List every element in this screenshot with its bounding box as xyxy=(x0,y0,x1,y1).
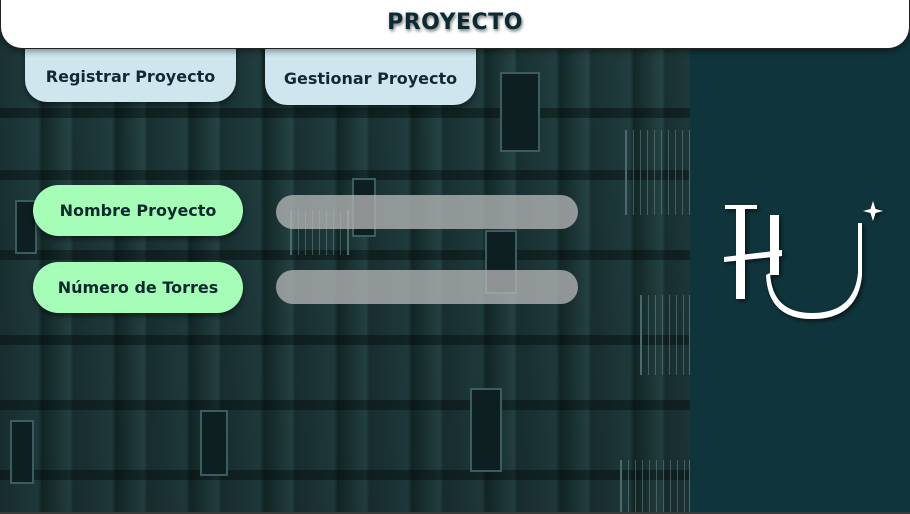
project-name-input[interactable] xyxy=(276,195,578,229)
page-title: PROYECTO xyxy=(387,10,523,35)
tab-registrar-proyecto[interactable]: Registrar Proyecto xyxy=(25,44,236,102)
hu-logo xyxy=(724,201,883,319)
tower-count-label: Número de Torres xyxy=(33,262,243,313)
header-bar: PROYECTO xyxy=(0,0,910,49)
project-name-label: Nombre Proyecto xyxy=(33,185,243,236)
logo-monogram xyxy=(724,201,883,319)
tower-count-input[interactable] xyxy=(276,270,578,304)
tab-gestionar-proyecto[interactable]: Gestionar Proyecto xyxy=(265,44,476,105)
